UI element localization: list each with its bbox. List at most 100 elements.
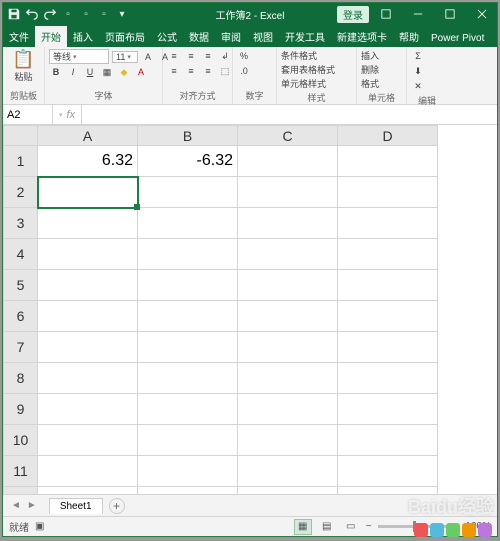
sum-icon[interactable]: Σ <box>411 49 425 63</box>
fx-icon[interactable]: fx <box>67 109 76 121</box>
sheet-tab-1[interactable]: Sheet1 <box>49 498 103 514</box>
cell[interactable] <box>238 363 338 394</box>
align-left-icon[interactable]: ≡ <box>167 64 181 78</box>
page-break-view-icon[interactable]: ▭ <box>342 519 360 535</box>
cell[interactable] <box>38 270 138 301</box>
macro-rec-icon[interactable]: ▣ <box>35 521 44 532</box>
cell[interactable] <box>238 270 338 301</box>
underline-icon[interactable]: U <box>83 65 97 79</box>
close-icon[interactable] <box>467 3 497 25</box>
row-header[interactable]: 11 <box>4 456 38 487</box>
cell[interactable] <box>138 270 238 301</box>
row-header[interactable]: 2 <box>4 177 38 208</box>
row-header[interactable]: 10 <box>4 425 38 456</box>
fill-color-icon[interactable]: ◆ <box>117 65 131 79</box>
delete-cells-button[interactable]: 删除 <box>361 63 379 76</box>
cell[interactable]: 6.32 <box>38 146 138 177</box>
cell[interactable] <box>238 487 338 495</box>
cell[interactable] <box>238 425 338 456</box>
tab-insert[interactable]: 插入 <box>67 26 99 47</box>
cell[interactable] <box>138 332 238 363</box>
cell[interactable] <box>38 394 138 425</box>
increase-font-icon[interactable]: A <box>141 50 155 64</box>
cell[interactable] <box>338 332 438 363</box>
add-sheet-icon[interactable]: + <box>109 498 125 514</box>
align-top-icon[interactable]: ≡ <box>167 49 181 63</box>
select-all-corner[interactable] <box>4 126 38 146</box>
cell[interactable] <box>38 456 138 487</box>
cell[interactable] <box>38 425 138 456</box>
cell[interactable] <box>238 301 338 332</box>
tab-new[interactable]: 新建选项卡 <box>331 26 393 47</box>
align-bot-icon[interactable]: ≡ <box>201 49 215 63</box>
cell[interactable] <box>38 487 138 495</box>
redo-icon[interactable] <box>43 7 57 21</box>
save-icon[interactable] <box>7 7 21 21</box>
cell[interactable] <box>338 456 438 487</box>
italic-icon[interactable]: I <box>66 65 80 79</box>
col-header-a[interactable]: A <box>38 126 138 146</box>
cell[interactable] <box>338 177 438 208</box>
cell[interactable] <box>338 146 438 177</box>
name-box[interactable]: A2 <box>3 105 53 124</box>
tell-me[interactable]: 💡操作说明搜 <box>496 26 500 47</box>
tab-page-layout[interactable]: 页面布局 <box>99 26 151 47</box>
currency-icon[interactable]: % <box>237 49 251 63</box>
tab-developer[interactable]: 开发工具 <box>279 26 331 47</box>
align-center-icon[interactable]: ≡ <box>184 64 198 78</box>
maximize-icon[interactable] <box>435 3 465 25</box>
row-header[interactable]: 12 <box>4 487 38 495</box>
cell[interactable] <box>238 239 338 270</box>
qat-dropdown-icon[interactable]: ▾ <box>115 7 129 21</box>
conditional-format-button[interactable]: 条件格式 <box>281 49 317 62</box>
sheet-nav-prev-icon[interactable]: ◄ <box>11 500 21 511</box>
clear-icon[interactable]: ✕ <box>411 79 425 93</box>
spreadsheet-grid[interactable]: A B C D 16.32-6.3223456789101112 <box>3 125 497 494</box>
tab-view[interactable]: 视图 <box>247 26 279 47</box>
tab-home[interactable]: 开始 <box>35 26 67 47</box>
namebox-dropdown-icon[interactable]: ▾ <box>59 111 63 119</box>
cell[interactable] <box>338 487 438 495</box>
cell[interactable] <box>138 487 238 495</box>
font-color-icon[interactable]: A <box>134 65 148 79</box>
qat-icon-1[interactable]: ▫ <box>61 7 75 21</box>
cell[interactable] <box>238 146 338 177</box>
cell[interactable] <box>238 177 338 208</box>
col-header-d[interactable]: D <box>338 126 438 146</box>
cell[interactable] <box>38 332 138 363</box>
cell[interactable] <box>138 177 238 208</box>
undo-icon[interactable] <box>25 7 39 21</box>
login-button[interactable]: 登录 <box>337 6 369 23</box>
cell[interactable] <box>338 208 438 239</box>
bold-icon[interactable]: B <box>49 65 63 79</box>
row-header[interactable]: 7 <box>4 332 38 363</box>
cell[interactable] <box>138 425 238 456</box>
cell[interactable] <box>38 239 138 270</box>
cell[interactable] <box>338 394 438 425</box>
cell[interactable] <box>338 239 438 270</box>
tab-file[interactable]: 文件 <box>3 26 35 47</box>
col-header-b[interactable]: B <box>138 126 238 146</box>
cell[interactable] <box>38 208 138 239</box>
decimal-icon[interactable]: .0 <box>237 64 251 78</box>
align-right-icon[interactable]: ≡ <box>201 64 215 78</box>
cell[interactable] <box>138 239 238 270</box>
cell[interactable] <box>338 425 438 456</box>
cell[interactable] <box>138 394 238 425</box>
paste-icon[interactable]: 📋 <box>12 49 34 70</box>
cell[interactable] <box>338 363 438 394</box>
tab-data[interactable]: 数据 <box>183 26 215 47</box>
cell[interactable] <box>338 270 438 301</box>
row-header[interactable]: 4 <box>4 239 38 270</box>
font-name-select[interactable]: 等线▾ <box>49 49 109 64</box>
cell[interactable] <box>238 394 338 425</box>
cell[interactable] <box>38 177 138 208</box>
align-mid-icon[interactable]: ≡ <box>184 49 198 63</box>
cell[interactable] <box>238 332 338 363</box>
minimize-icon[interactable] <box>403 3 433 25</box>
tab-formulas[interactable]: 公式 <box>151 26 183 47</box>
tab-powerpivot[interactable]: Power Pivot <box>425 30 490 47</box>
qat-icon-3[interactable]: ▫ <box>97 7 111 21</box>
page-layout-view-icon[interactable]: ▤ <box>318 519 336 535</box>
row-header[interactable]: 9 <box>4 394 38 425</box>
